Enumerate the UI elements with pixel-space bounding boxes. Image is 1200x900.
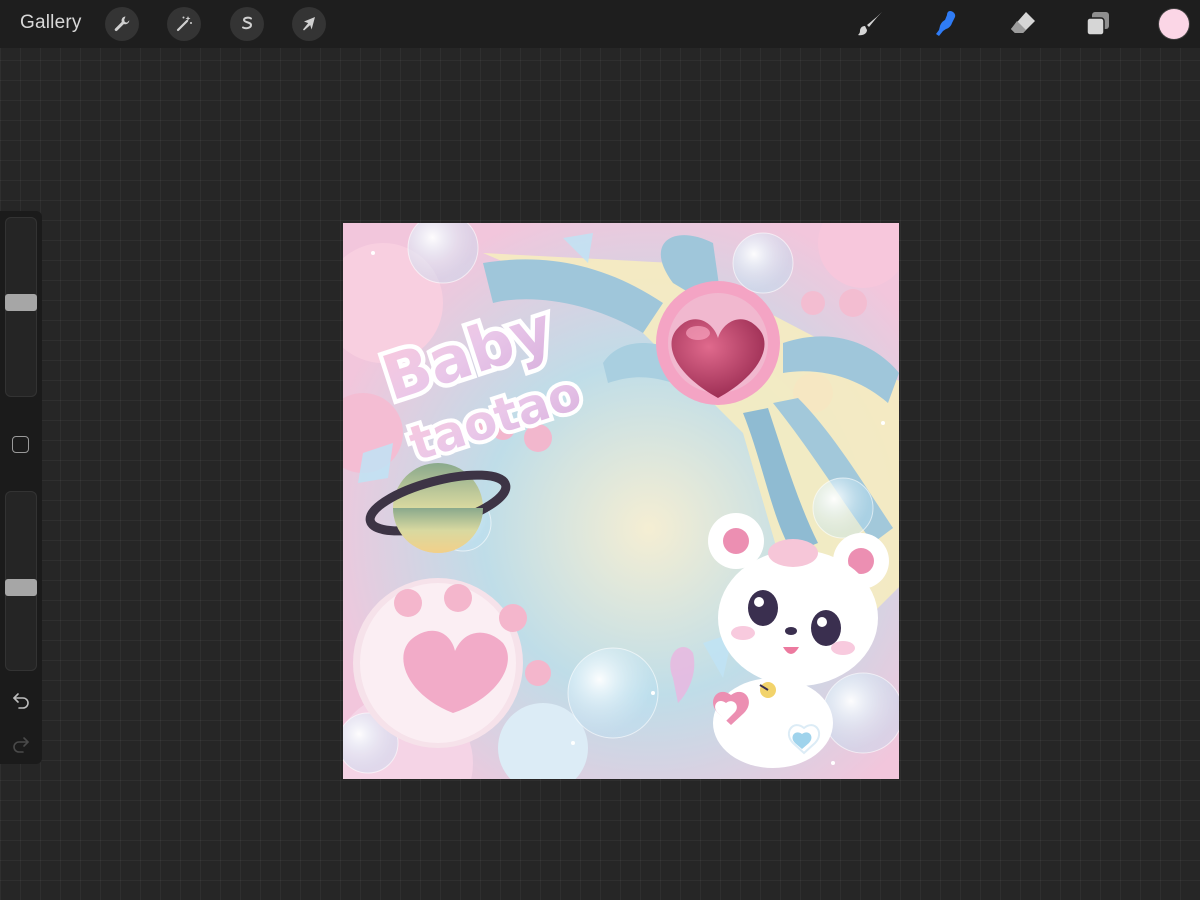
redo-icon [13, 737, 29, 753]
wrench-icon [114, 16, 130, 32]
brush-size-thumb[interactable] [5, 294, 37, 311]
eraser-icon [1011, 12, 1035, 33]
left-sidebar [0, 211, 42, 764]
brush-icon [858, 12, 882, 36]
undo-button[interactable] [10, 689, 32, 711]
selection-s-icon [242, 16, 253, 30]
smudge-finger-icon [936, 11, 956, 36]
opacity-thumb[interactable] [5, 579, 37, 596]
drawing-canvas[interactable]: Baby taotao [343, 223, 899, 779]
modify-square-icon[interactable] [12, 436, 29, 453]
brush-tool-button[interactable] [855, 8, 887, 40]
transform-button[interactable] [292, 7, 326, 41]
current-color-swatch[interactable] [1159, 9, 1189, 39]
undo-icon [13, 693, 29, 709]
layers-icon [1086, 12, 1109, 36]
eraser-tool-button[interactable] [1007, 8, 1039, 40]
gallery-button[interactable]: Gallery [20, 12, 82, 34]
actions-button[interactable] [105, 7, 139, 41]
arrow-cursor-icon [303, 17, 315, 31]
artwork: Baby taotao [343, 223, 899, 779]
smudge-tool-button[interactable] [930, 8, 962, 40]
magic-wand-icon [176, 16, 192, 32]
adjustments-button[interactable] [167, 7, 201, 41]
redo-button[interactable] [10, 733, 32, 755]
top-toolbar: Gallery [0, 0, 1200, 48]
selection-button[interactable] [230, 7, 264, 41]
layers-button[interactable] [1082, 8, 1114, 40]
